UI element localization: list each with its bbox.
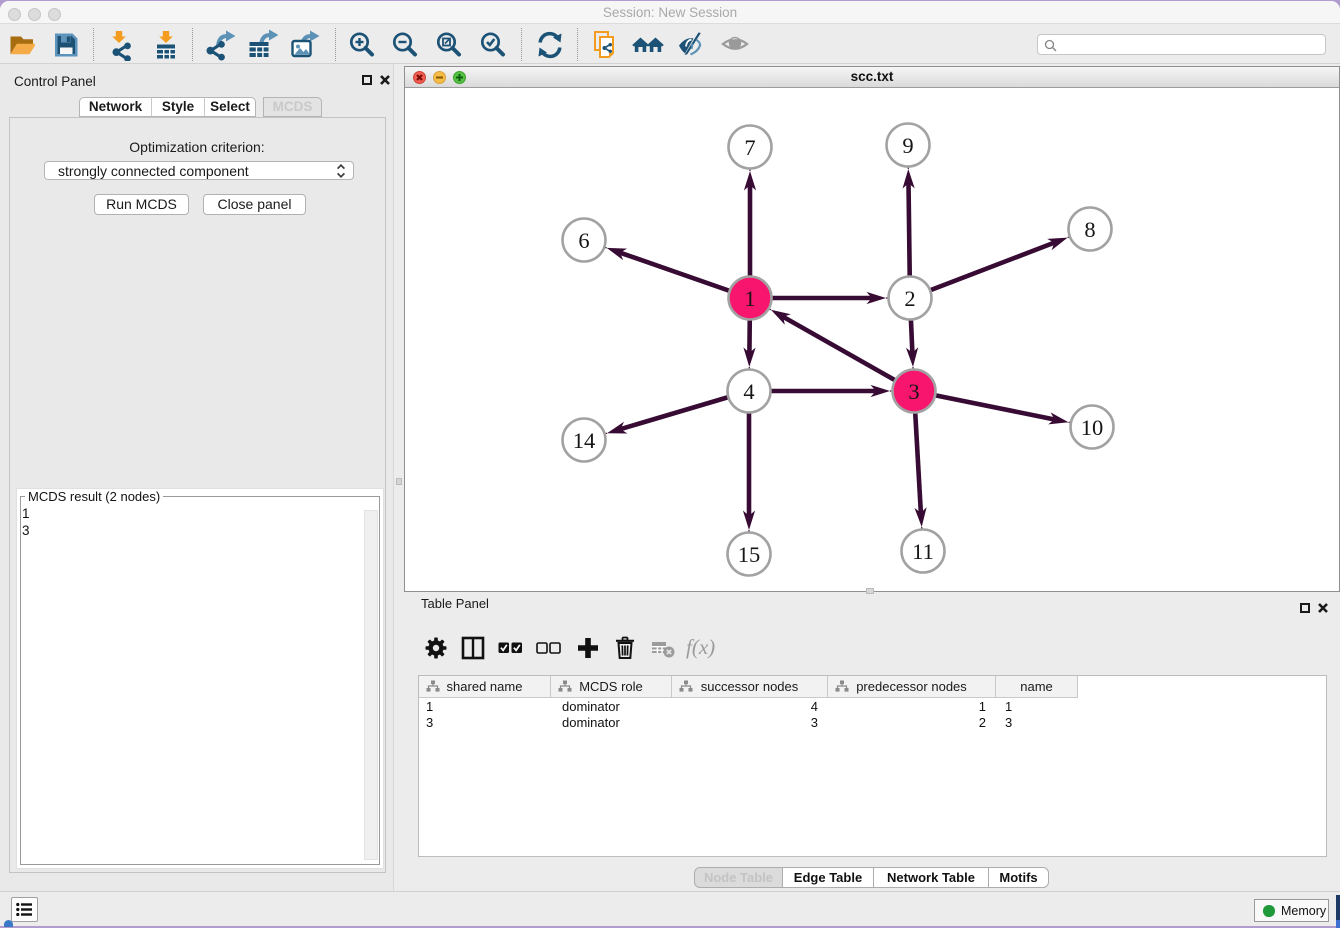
svg-text:11: 11: [912, 539, 934, 564]
svg-text:15: 15: [738, 542, 761, 567]
svg-text:14: 14: [573, 428, 596, 453]
svg-text:4: 4: [743, 379, 754, 404]
svg-text:10: 10: [1081, 415, 1104, 440]
svg-text:1: 1: [744, 286, 755, 311]
svg-text:6: 6: [578, 228, 589, 253]
svg-text:7: 7: [744, 135, 755, 160]
svg-text:8: 8: [1084, 217, 1095, 242]
svg-text:9: 9: [902, 133, 913, 158]
svg-text:3: 3: [908, 379, 919, 404]
svg-text:2: 2: [904, 286, 915, 311]
